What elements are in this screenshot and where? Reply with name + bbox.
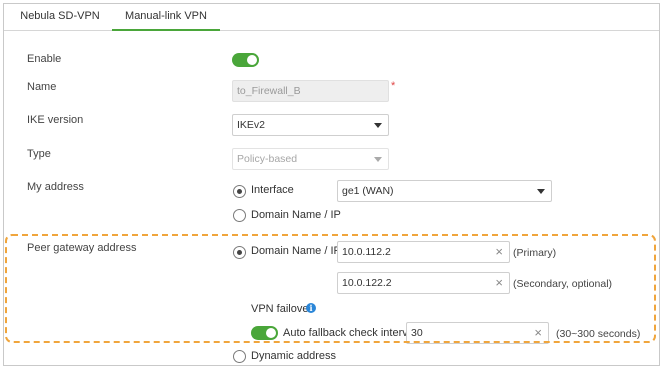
fallback-toggle[interactable] — [251, 326, 278, 340]
interface-select[interactable]: ge1 (WAN) — [337, 180, 552, 202]
primary-address-value: 10.0.112.2 — [342, 246, 391, 258]
vpn-settings-panel: Nebula SD-VPN Manual-link VPN Enable Nam… — [3, 3, 660, 366]
info-icon[interactable]: i — [306, 303, 316, 313]
primary-address-input[interactable]: 10.0.112.2 × — [337, 241, 510, 263]
dynamic-option-label: Dynamic address — [251, 350, 336, 362]
peer-domain-option-label: Domain Name / IP — [251, 245, 341, 257]
enable-label: Enable — [27, 53, 62, 65]
name-field[interactable]: to_Firewall_B — [232, 80, 389, 102]
type-select[interactable]: Policy-based — [232, 148, 389, 170]
enable-toggle[interactable] — [232, 53, 259, 67]
ike-version-value: IKEv2 — [237, 119, 266, 131]
tab-manual-link-vpn[interactable]: Manual-link VPN — [112, 4, 220, 31]
fallback-interval-input[interactable]: 30 × — [406, 322, 549, 344]
close-icon[interactable]: × — [495, 273, 503, 293]
peer-dynamic-radio[interactable] — [233, 350, 246, 363]
ike-version-label: IKE version — [27, 114, 84, 126]
secondary-address-value: 10.0.122.2 — [342, 277, 392, 289]
close-icon[interactable]: × — [495, 242, 503, 262]
ike-version-select[interactable]: IKEv2 — [232, 114, 389, 136]
my-address-interface-radio[interactable] — [233, 185, 246, 198]
toggle-knob — [247, 55, 257, 65]
type-label: Type — [27, 148, 51, 160]
fallback-note: (30~300 seconds) — [556, 328, 641, 340]
secondary-note: (Secondary, optional) — [513, 278, 613, 290]
required-marker: * — [391, 80, 396, 92]
toggle-knob — [266, 328, 276, 338]
name-label: Name — [27, 81, 57, 93]
peer-domain-radio[interactable] — [233, 246, 246, 259]
chevron-down-icon — [374, 157, 382, 162]
fallback-label: Auto fallback check interval — [283, 327, 417, 339]
chevron-down-icon — [537, 189, 545, 194]
secondary-address-input[interactable]: 10.0.122.2 × — [337, 272, 510, 294]
chevron-down-icon — [374, 123, 382, 128]
tab-bar: Nebula SD-VPN Manual-link VPN — [4, 4, 659, 31]
my-address-domain-radio[interactable] — [233, 209, 246, 222]
tab-nebula-sd-vpn[interactable]: Nebula SD-VPN — [14, 4, 106, 31]
peer-gateway-label: Peer gateway address — [27, 242, 137, 254]
my-address-label: My address — [27, 181, 84, 193]
close-icon[interactable]: × — [534, 323, 542, 343]
primary-note: (Primary) — [513, 247, 557, 259]
interface-option-label: Interface — [251, 184, 294, 196]
domain-option-label: Domain Name / IP — [251, 209, 341, 221]
vpn-failover-label: VPN failover — [251, 303, 313, 315]
type-value: Policy-based — [237, 153, 298, 165]
interface-value: ge1 (WAN) — [342, 185, 394, 197]
fallback-interval-value: 30 — [411, 327, 423, 339]
